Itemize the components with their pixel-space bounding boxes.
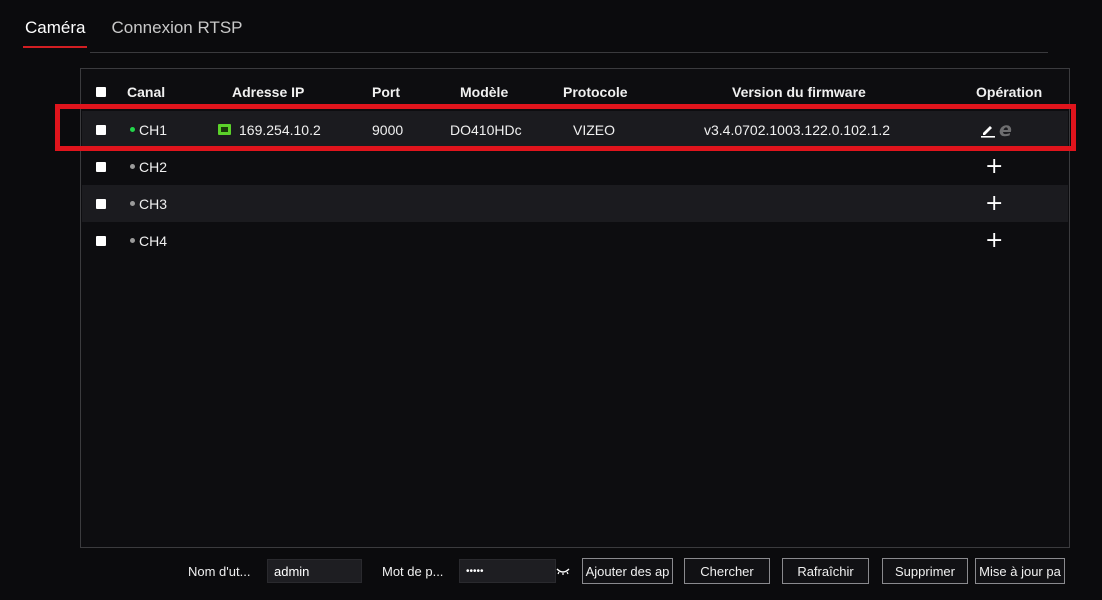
column-header-canal: Canal	[127, 84, 166, 100]
table-header: Canal Adresse IP Port Modèle Protocole V…	[82, 75, 1068, 109]
port-value: 9000	[372, 121, 404, 138]
row-checkbox[interactable]	[96, 222, 106, 259]
channel-cell: CH4	[130, 222, 167, 259]
browser-icon[interactable]: e	[999, 119, 1012, 141]
firmware-value: v3.4.0702.1003.122.0.102.1.2	[704, 121, 891, 138]
protocol-value: VIZEO	[573, 121, 616, 138]
password-input[interactable]: •••••	[459, 559, 556, 583]
add-icon[interactable]: +	[985, 185, 1003, 222]
channel-label: CH4	[139, 232, 168, 249]
channel-cell: CH3	[130, 185, 167, 222]
add-device-button[interactable]: Ajouter des ap	[582, 558, 673, 584]
tab-divider	[90, 52, 1048, 53]
column-header-operation: Opération	[976, 84, 1043, 100]
password-label: Mot de p...	[382, 564, 444, 579]
column-header-port: Port	[372, 84, 400, 100]
status-offline-icon	[130, 238, 135, 243]
update-button[interactable]: Mise à jour pa	[975, 558, 1065, 584]
status-offline-icon	[130, 201, 135, 206]
table-row-ch1[interactable]: CH1 169.254.10.2 9000 DO410HDc VIZEO v3.…	[82, 111, 1068, 148]
table-row-ch4[interactable]: CH4 +	[82, 222, 1068, 259]
network-icon	[218, 124, 231, 135]
table-row-ch3[interactable]: CH3 +	[82, 185, 1068, 222]
row-checkbox[interactable]	[96, 185, 106, 222]
table-row-ch2[interactable]: CH2 +	[82, 148, 1068, 185]
channel-label: CH3	[139, 195, 168, 212]
edit-icon[interactable]	[980, 122, 996, 138]
search-button[interactable]: Chercher	[684, 558, 770, 584]
channel-label: CH1	[139, 121, 168, 138]
username-input[interactable]: admin	[267, 559, 362, 583]
tab-bar: Caméra Connexion RTSP	[22, 18, 243, 48]
column-header-protocol: Protocole	[563, 84, 628, 100]
hide-password-icon[interactable]	[556, 566, 570, 576]
column-header-ip: Adresse IP	[232, 84, 305, 100]
row-checkbox[interactable]	[96, 111, 106, 148]
tab-camera[interactable]: Caméra	[22, 18, 88, 48]
channel-cell: CH1	[130, 111, 167, 148]
channel-table: Canal Adresse IP Port Modèle Protocole V…	[80, 68, 1070, 548]
status-offline-icon	[130, 164, 135, 169]
column-header-firmware: Version du firmware	[732, 84, 866, 100]
tab-rtsp-connection[interactable]: Connexion RTSP	[111, 18, 242, 48]
delete-button[interactable]: Supprimer	[882, 558, 968, 584]
select-all-checkbox[interactable]	[96, 75, 106, 109]
channel-label: CH2	[139, 158, 168, 175]
ip-address: 169.254.10.2	[239, 121, 321, 138]
row-checkbox[interactable]	[96, 148, 106, 185]
refresh-button[interactable]: Rafraîchir	[782, 558, 869, 584]
bottom-toolbar: Nom d'ut... admin Mot de p... ••••• Ajou…	[0, 558, 1102, 586]
channel-cell: CH2	[130, 148, 167, 185]
add-icon[interactable]: +	[985, 222, 1003, 259]
column-header-model: Modèle	[460, 84, 509, 100]
model-value: DO410HDc	[450, 121, 522, 138]
username-label: Nom d'ut...	[188, 564, 251, 579]
add-icon[interactable]: +	[985, 148, 1003, 185]
ip-cell: 169.254.10.2	[218, 111, 321, 148]
status-online-icon	[130, 127, 135, 132]
operation-cell: e	[980, 111, 1012, 148]
